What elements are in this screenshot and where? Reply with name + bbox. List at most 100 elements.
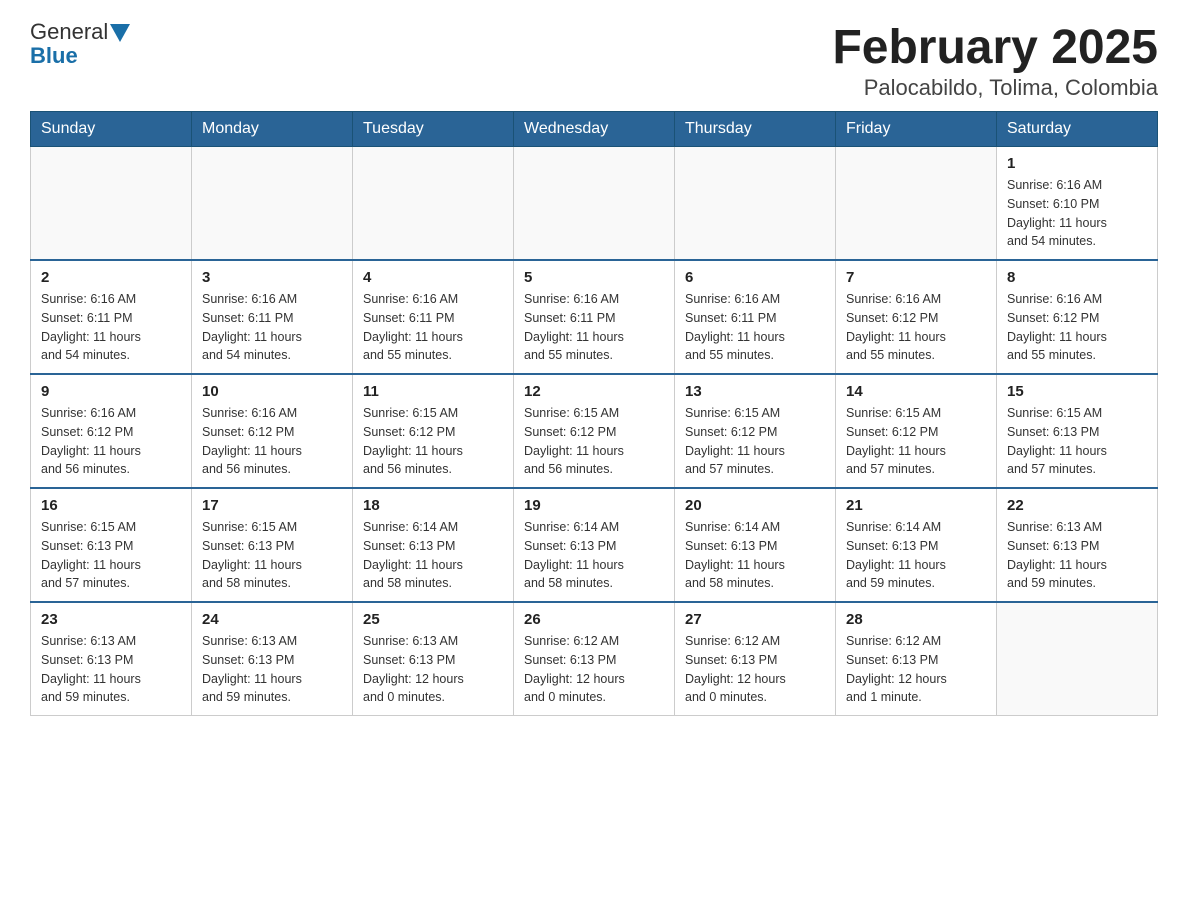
calendar-week-row: 1 Sunrise: 6:16 AM Sunset: 6:10 PM Daylig…	[31, 147, 1158, 261]
day-number: 2	[41, 269, 181, 286]
day-info: Sunrise: 6:15 AM Sunset: 6:12 PM Dayligh…	[524, 404, 664, 479]
day-number: 9	[41, 383, 181, 400]
day-number: 27	[685, 611, 825, 628]
day-info: Sunrise: 6:12 AM Sunset: 6:13 PM Dayligh…	[685, 632, 825, 707]
day-number: 11	[363, 383, 503, 400]
day-info: Sunrise: 6:15 AM Sunset: 6:13 PM Dayligh…	[1007, 404, 1147, 479]
calendar-table: SundayMondayTuesdayWednesdayThursdayFrid…	[30, 111, 1158, 716]
calendar-day-cell: 6 Sunrise: 6:16 AM Sunset: 6:11 PM Daylig…	[675, 260, 836, 374]
day-info: Sunrise: 6:14 AM Sunset: 6:13 PM Dayligh…	[524, 518, 664, 593]
calendar-day-cell: 26Sunrise: 6:12 AM Sunset: 6:13 PM Dayli…	[514, 602, 675, 716]
day-number: 3	[202, 269, 342, 286]
day-number: 5	[524, 269, 664, 286]
day-info: Sunrise: 6:12 AM Sunset: 6:13 PM Dayligh…	[524, 632, 664, 707]
day-number: 21	[846, 497, 986, 514]
day-info: Sunrise: 6:13 AM Sunset: 6:13 PM Dayligh…	[41, 632, 181, 707]
calendar-day-cell: 9Sunrise: 6:16 AM Sunset: 6:12 PM Daylig…	[31, 374, 192, 488]
day-number: 20	[685, 497, 825, 514]
calendar-day-cell: 4Sunrise: 6:16 AM Sunset: 6:11 PM Daylig…	[353, 260, 514, 374]
day-info: Sunrise: 6:16 AM Sunset: 6:11 PM Dayligh…	[202, 290, 342, 365]
calendar-day-cell: 20 Sunrise: 6:14 AM Sunset: 6:13 PM Dayli…	[675, 488, 836, 602]
calendar-week-row: 9 Sunrise: 6:16 AM Sunset: 6:12 PM Daylig…	[31, 374, 1158, 488]
weekday-header: Wednesday	[514, 112, 675, 147]
calendar-week-row: 16Sunrise: 6:15 AM Sunset: 6:13 PM Dayli…	[31, 488, 1158, 602]
weekday-header: Monday	[192, 112, 353, 147]
calendar-day-cell	[997, 602, 1158, 716]
calendar-day-cell: 13 Sunrise: 6:15 AM Sunset: 6:12 PM Dayli…	[675, 374, 836, 488]
day-number: 28	[846, 611, 986, 628]
calendar-day-cell: 11 Sunrise: 6:15 AM Sunset: 6:12 PM Dayli…	[353, 374, 514, 488]
day-info: Sunrise: 6:16 AM Sunset: 6:12 PM Dayligh…	[202, 404, 342, 479]
day-number: 23	[41, 611, 181, 628]
calendar-day-cell: 12 Sunrise: 6:15 AM Sunset: 6:12 PM Dayli…	[514, 374, 675, 488]
calendar-day-cell: 7 Sunrise: 6:16 AM Sunset: 6:12 PM Daylig…	[836, 260, 997, 374]
day-number: 1	[1007, 155, 1147, 172]
day-number: 17	[202, 497, 342, 514]
calendar-day-cell: 2Sunrise: 6:16 AM Sunset: 6:11 PM Daylig…	[31, 260, 192, 374]
calendar-day-cell	[514, 147, 675, 261]
calendar-day-cell: 28 Sunrise: 6:12 AM Sunset: 6:13 PM Dayli…	[836, 602, 997, 716]
weekday-header: Thursday	[675, 112, 836, 147]
day-number: 8	[1007, 269, 1147, 286]
calendar-week-row: 2 Sunrise: 6:16 AM Sunset: 6:11 PM Daylig…	[31, 260, 1158, 374]
logo-general-text: General	[30, 20, 108, 44]
day-number: 19	[524, 497, 664, 514]
day-info: Sunrise: 6:16 AM Sunset: 6:12 PM Dayligh…	[1007, 290, 1147, 365]
day-number: 10	[202, 383, 342, 400]
logo-arrow-icon	[110, 24, 130, 42]
day-info: Sunrise: 6:14 AM Sunset: 6:13 PM Dayligh…	[685, 518, 825, 593]
calendar-day-cell	[31, 147, 192, 261]
calendar-day-cell	[836, 147, 997, 261]
calendar-day-cell: 21 Sunrise: 6:14 AM Sunset: 6:13 PM Dayli…	[836, 488, 997, 602]
calendar-day-cell: 5 Sunrise: 6:16 AM Sunset: 6:11 PM Daylig…	[514, 260, 675, 374]
calendar-day-cell: 17Sunrise: 6:15 AM Sunset: 6:13 PM Dayli…	[192, 488, 353, 602]
title-block: February 2025 Palocabildo, Tolima, Colom…	[832, 20, 1158, 101]
calendar-day-cell	[675, 147, 836, 261]
day-number: 16	[41, 497, 181, 514]
day-number: 7	[846, 269, 986, 286]
calendar-day-cell	[192, 147, 353, 261]
calendar-day-cell	[353, 147, 514, 261]
page-header: General Blue February 2025 Palocabildo, …	[30, 20, 1158, 101]
page-title: February 2025	[832, 20, 1158, 75]
day-info: Sunrise: 6:13 AM Sunset: 6:13 PM Dayligh…	[363, 632, 503, 707]
day-number: 15	[1007, 383, 1147, 400]
page-subtitle: Palocabildo, Tolima, Colombia	[832, 75, 1158, 101]
weekday-header: Sunday	[31, 112, 192, 147]
calendar-day-cell: 18Sunrise: 6:14 AM Sunset: 6:13 PM Dayli…	[353, 488, 514, 602]
calendar-day-cell: 14Sunrise: 6:15 AM Sunset: 6:12 PM Dayli…	[836, 374, 997, 488]
calendar-header-row: SundayMondayTuesdayWednesdayThursdayFrid…	[31, 112, 1158, 147]
day-number: 22	[1007, 497, 1147, 514]
day-info: Sunrise: 6:13 AM Sunset: 6:13 PM Dayligh…	[202, 632, 342, 707]
weekday-header: Friday	[836, 112, 997, 147]
day-number: 4	[363, 269, 503, 286]
calendar-day-cell: 10 Sunrise: 6:16 AM Sunset: 6:12 PM Dayli…	[192, 374, 353, 488]
day-number: 6	[685, 269, 825, 286]
weekday-header: Saturday	[997, 112, 1158, 147]
day-number: 24	[202, 611, 342, 628]
day-number: 25	[363, 611, 503, 628]
logo: General Blue	[30, 20, 130, 68]
calendar-day-cell: 8 Sunrise: 6:16 AM Sunset: 6:12 PM Daylig…	[997, 260, 1158, 374]
day-info: Sunrise: 6:14 AM Sunset: 6:13 PM Dayligh…	[846, 518, 986, 593]
day-info: Sunrise: 6:16 AM Sunset: 6:11 PM Dayligh…	[524, 290, 664, 365]
calendar-day-cell: 24 Sunrise: 6:13 AM Sunset: 6:13 PM Dayli…	[192, 602, 353, 716]
weekday-header: Tuesday	[353, 112, 514, 147]
day-info: Sunrise: 6:15 AM Sunset: 6:12 PM Dayligh…	[685, 404, 825, 479]
day-info: Sunrise: 6:12 AM Sunset: 6:13 PM Dayligh…	[846, 632, 986, 707]
calendar-day-cell: 16Sunrise: 6:15 AM Sunset: 6:13 PM Dayli…	[31, 488, 192, 602]
day-info: Sunrise: 6:15 AM Sunset: 6:12 PM Dayligh…	[363, 404, 503, 479]
calendar-day-cell: 3 Sunrise: 6:16 AM Sunset: 6:11 PM Daylig…	[192, 260, 353, 374]
day-number: 12	[524, 383, 664, 400]
calendar-day-cell: 15 Sunrise: 6:15 AM Sunset: 6:13 PM Dayli…	[997, 374, 1158, 488]
calendar-day-cell: 27 Sunrise: 6:12 AM Sunset: 6:13 PM Dayli…	[675, 602, 836, 716]
day-info: Sunrise: 6:16 AM Sunset: 6:12 PM Dayligh…	[846, 290, 986, 365]
day-info: Sunrise: 6:16 AM Sunset: 6:10 PM Dayligh…	[1007, 176, 1147, 251]
day-info: Sunrise: 6:16 AM Sunset: 6:11 PM Dayligh…	[685, 290, 825, 365]
calendar-day-cell: 23 Sunrise: 6:13 AM Sunset: 6:13 PM Dayli…	[31, 602, 192, 716]
calendar-day-cell: 19 Sunrise: 6:14 AM Sunset: 6:13 PM Dayli…	[514, 488, 675, 602]
day-number: 13	[685, 383, 825, 400]
day-info: Sunrise: 6:13 AM Sunset: 6:13 PM Dayligh…	[1007, 518, 1147, 593]
day-info: Sunrise: 6:14 AM Sunset: 6:13 PM Dayligh…	[363, 518, 503, 593]
calendar-day-cell: 25 Sunrise: 6:13 AM Sunset: 6:13 PM Dayli…	[353, 602, 514, 716]
